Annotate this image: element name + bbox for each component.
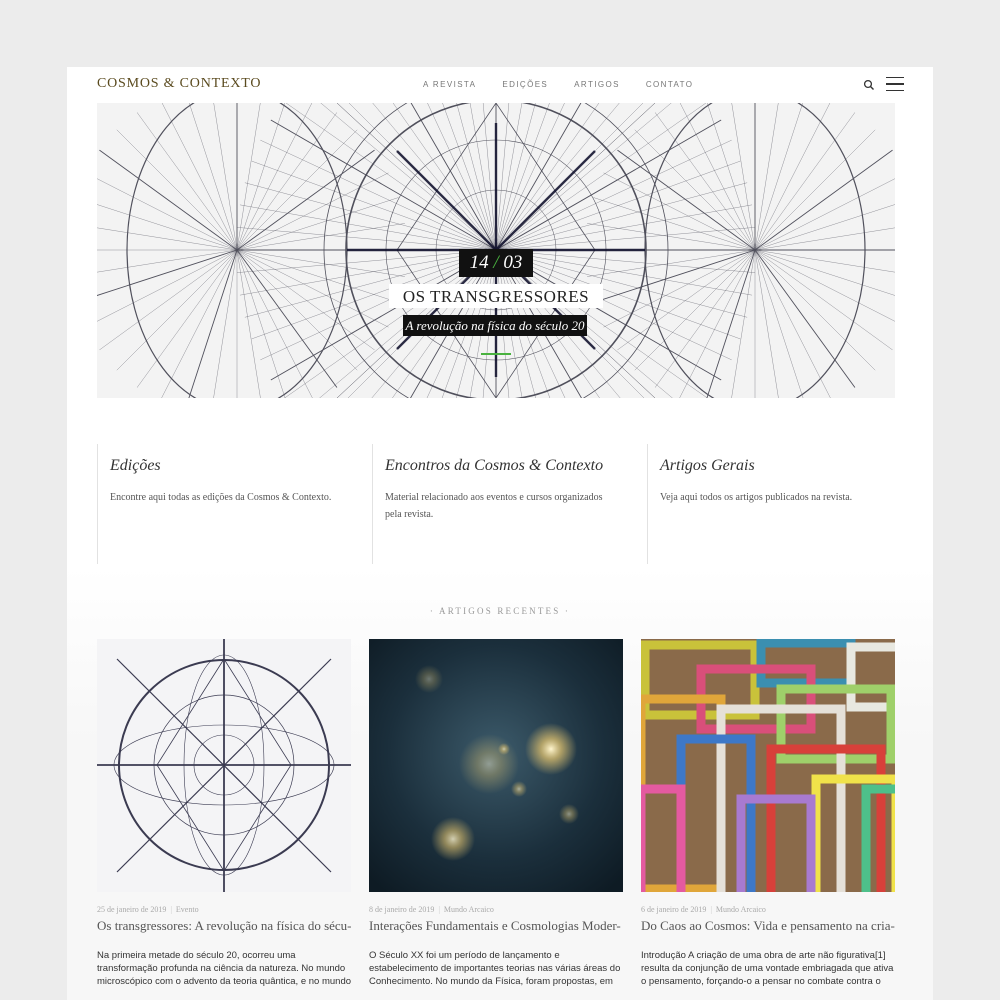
recent-articles-heading: · ARTIGOS RECENTES · (429, 606, 571, 616)
article-category[interactable]: Evento (176, 905, 199, 914)
article-title[interactable]: Do Caos ao Cosmos: Vida e pensamento na … (641, 919, 895, 933)
category-title[interactable]: Edições (110, 457, 161, 475)
hero-date-badge: 14 / 03 (459, 249, 533, 277)
menu-icon[interactable] (886, 77, 904, 92)
article-thumbnail[interactable] (97, 639, 351, 892)
article-meta: 25 de janeiro de 2019 | Evento (97, 905, 199, 914)
category-encontros[interactable]: Encontros da Cosmos & Contexto Material … (372, 444, 635, 564)
hero-accent-line (481, 353, 511, 355)
article-thumbnail[interactable] (641, 639, 895, 892)
nav-artigos[interactable]: ARTIGOS (574, 80, 620, 89)
article-meta: 6 de janeiro de 2019 | Mundo Arcaico (641, 905, 766, 914)
hero-date-slash: / (493, 252, 499, 273)
article-excerpt: O Século XX foi um período de lançamento… (369, 950, 621, 987)
category-description: Material relacionado aos eventos e curso… (385, 492, 603, 520)
category-edicoes[interactable]: Edições Encontre aqui todas as edições d… (97, 444, 360, 564)
category-description: Veja aqui todos os artigos publicados na… (660, 492, 853, 503)
article-meta: 8 de janeiro de 2019 | Mundo Arcaico (369, 905, 494, 914)
category-description: Encontre aqui todas as edições da Cosmos… (110, 492, 332, 503)
hero-date-day: 14 (469, 252, 489, 273)
article-excerpt: Na primeira metade do século 20, ocorreu… (97, 950, 351, 987)
hero-title[interactable]: OS TRANSGRESSORES (389, 284, 603, 308)
site-logo[interactable]: COSMOS & CONTEXTO (97, 76, 261, 92)
article-date: 25 de janeiro de 2019 (97, 905, 167, 914)
fractal-image (97, 639, 351, 892)
bokeh-lights-image (369, 639, 623, 892)
hero-subtitle: A revolução na física do século 20 (403, 315, 587, 336)
article-excerpt: Introdução A criação de uma obra de arte… (641, 950, 894, 987)
main-nav: A REVISTA EDIÇÕES ARTIGOS CONTATO (423, 80, 719, 89)
article-card[interactable]: 25 de janeiro de 2019 | Evento Os transgre… (97, 639, 351, 989)
article-title[interactable]: Interações Fundamentais e Cosmologias Mo… (369, 919, 623, 933)
article-title[interactable]: Os transgressores: A revolução na física… (97, 919, 351, 933)
nav-contato[interactable]: CONTATO (646, 80, 694, 89)
nav-a-revista[interactable]: A REVISTA (423, 80, 476, 89)
nav-edicoes[interactable]: EDIÇÕES (502, 80, 548, 89)
category-title[interactable]: Artigos Gerais (660, 457, 755, 475)
article-category[interactable]: Mundo Arcaico (716, 905, 766, 914)
article-date: 6 de janeiro de 2019 (641, 905, 707, 914)
article-card[interactable]: 8 de janeiro de 2019 | Mundo Arcaico Inter… (369, 639, 623, 989)
category-title[interactable]: Encontros da Cosmos & Contexto (385, 457, 603, 475)
page-container: COSMOS & CONTEXTO A REVISTA EDIÇÕES ARTI… (67, 67, 933, 1000)
article-date: 8 de janeiro de 2019 (369, 905, 435, 914)
hero-date-month: 03 (503, 252, 523, 273)
site-header: COSMOS & CONTEXTO A REVISTA EDIÇÕES ARTI… (67, 67, 933, 103)
colorful-frames-image (641, 639, 895, 892)
article-thumbnail[interactable] (369, 639, 623, 892)
article-category[interactable]: Mundo Arcaico (444, 905, 494, 914)
article-card[interactable]: 6 de janeiro de 2019 | Mundo Arcaico Do Ca… (641, 639, 895, 989)
category-artigos-gerais[interactable]: Artigos Gerais Veja aqui todos os artigo… (647, 444, 910, 564)
search-icon[interactable] (863, 79, 875, 91)
hero-banner[interactable]: 14 / 03 OS TRANSGRESSORES A revolução na… (97, 103, 895, 398)
